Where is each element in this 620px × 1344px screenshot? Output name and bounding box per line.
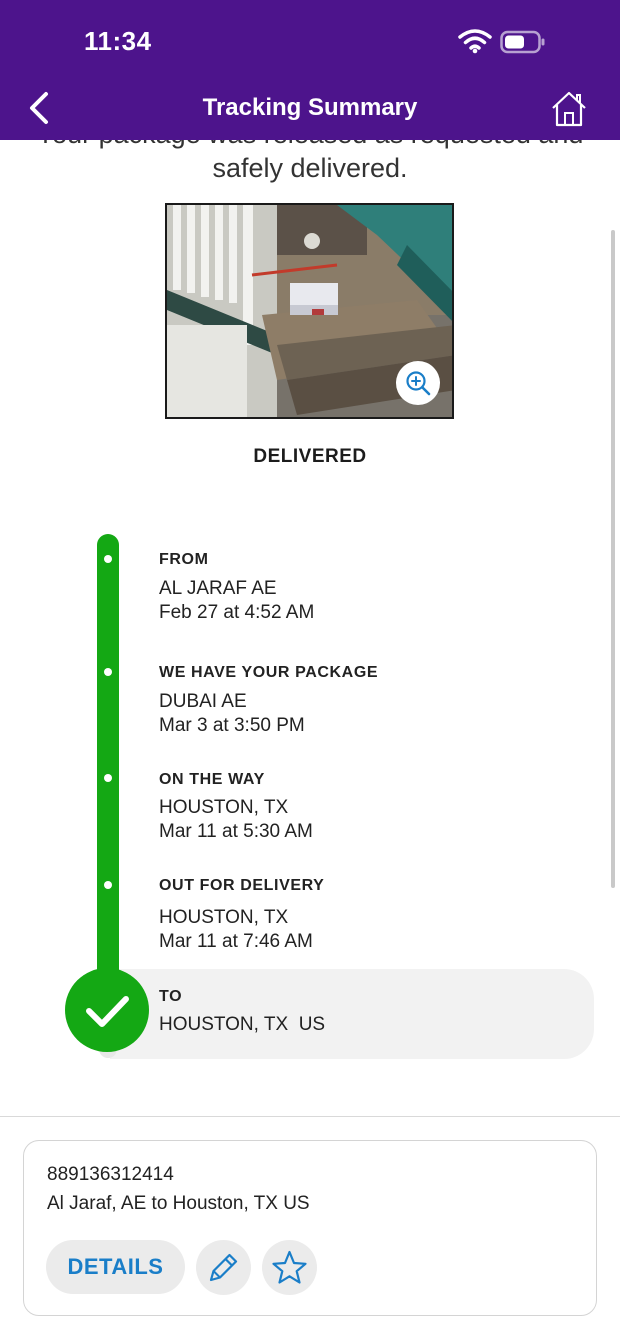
timeline-event-location: HOUSTON, TX	[159, 907, 289, 928]
delivery-summary-line-2: safely delivered.	[212, 153, 408, 183]
tracking-number: 889136312414	[47, 1164, 174, 1185]
timeline-event-title: TO	[159, 988, 183, 1005]
home-icon[interactable]	[550, 90, 588, 128]
timeline-event-location: HOUSTON, TX US	[159, 1014, 326, 1035]
timeline-dot-package	[104, 668, 112, 676]
star-icon	[272, 1250, 307, 1284]
timeline-event-time: Feb 27 at 4:52 AM	[159, 602, 315, 623]
delivered-check-icon	[65, 968, 149, 1052]
timeline-event-location: DUBAI AE	[159, 691, 247, 712]
status-time: 11:34	[84, 26, 152, 56]
timeline-event-time: Mar 11 at 7:46 AM	[159, 931, 313, 952]
zoom-in-icon	[406, 371, 431, 396]
timeline-event-time: Mar 3 at 3:50 PM	[159, 715, 305, 736]
page-title: Tracking Summary	[202, 94, 418, 121]
app-header: 11:34 Tracking Summary	[0, 0, 620, 140]
delivery-status-label: DELIVERED	[253, 446, 367, 467]
favorite-button[interactable]	[262, 1240, 317, 1295]
timeline-event-time: Mar 11 at 5:30 AM	[159, 821, 313, 842]
timeline-event-title: ON THE WAY	[159, 771, 265, 788]
timeline-event-location: HOUSTON, TX	[159, 797, 289, 818]
details-button[interactable]: DETAILS	[46, 1240, 185, 1294]
pencil-icon	[209, 1253, 238, 1282]
timeline-dot-from	[104, 555, 112, 563]
timeline-event-title: OUT FOR DELIVERY	[159, 877, 325, 894]
edit-button[interactable]	[196, 1240, 251, 1295]
battery-icon	[500, 30, 545, 54]
timeline-dot-on-the-way	[104, 774, 112, 782]
timeline-event-title: WE HAVE YOUR PACKAGE	[159, 664, 379, 681]
shipment-route: Al Jaraf, AE to Houston, TX US	[47, 1193, 310, 1214]
timeline-event-location: AL JARAF AE	[159, 578, 277, 599]
scrollbar[interactable]	[611, 230, 615, 888]
wifi-icon	[458, 29, 492, 54]
timeline-event-title: FROM	[159, 551, 209, 568]
zoom-button[interactable]	[396, 361, 440, 405]
divider	[0, 1116, 620, 1117]
timeline-dot-out-for-delivery	[104, 881, 112, 889]
progress-line	[97, 534, 119, 1004]
